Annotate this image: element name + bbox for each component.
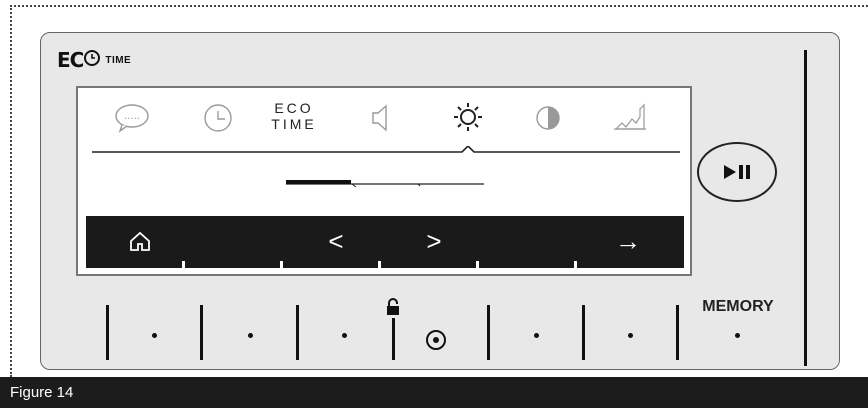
play-pause-button[interactable] [697,142,777,202]
key-divider [487,305,490,360]
key-divider [296,305,299,360]
next-button[interactable]: > [416,224,452,258]
logo-time-text: TIME [105,54,132,66]
nav-tick [280,261,283,268]
key-button-3[interactable] [342,333,347,338]
navigation-bar: < > → [86,216,684,268]
key-button-1[interactable] [152,333,157,338]
graph-icon[interactable] [606,98,654,138]
key-divider [582,305,585,360]
clock-icon[interactable] [194,98,242,138]
speech-bubble-icon[interactable]: ..... [108,98,156,138]
logo-eco-text: EC [57,48,84,72]
key-button-4[interactable] [534,333,539,338]
nav-tick [574,261,577,268]
key-divider [106,305,109,360]
nav-tick [476,261,479,268]
enter-button[interactable]: → [608,224,648,258]
key-divider [392,318,395,360]
svg-text:.....: ..... [124,111,140,122]
nav-tick [378,261,381,268]
power-button[interactable] [426,330,446,350]
key-divider [676,305,679,360]
key-button-5[interactable] [628,333,633,338]
key-button-2[interactable] [248,333,253,338]
eco-time-line2: TIME [271,116,317,132]
speaker-icon[interactable] [358,98,406,138]
lcd-screen: ..... ECO TIME < > → [76,86,692,276]
logo-clock-icon [83,49,101,72]
eco-time-menu-item[interactable]: ECO TIME [262,100,326,132]
key-divider [200,305,203,360]
brightness-icon[interactable] [444,98,492,138]
figure-caption: Figure 14 [10,384,74,401]
memory-button[interactable] [735,333,740,338]
nav-tick [182,261,185,268]
brightness-level-bar[interactable] [286,174,486,190]
eco-time-line1: ECO [274,100,314,116]
play-pause-icon [724,165,750,179]
contrast-icon[interactable] [524,98,572,138]
eco-time-logo: EC TIME [57,48,132,72]
prev-button[interactable]: < [318,224,354,258]
panel-edge-line [804,50,807,366]
home-icon[interactable] [122,224,158,258]
menu-separator-line [92,146,680,153]
memory-label: MEMORY [702,298,774,315]
figure-caption-bar: Figure 14 [0,377,868,408]
